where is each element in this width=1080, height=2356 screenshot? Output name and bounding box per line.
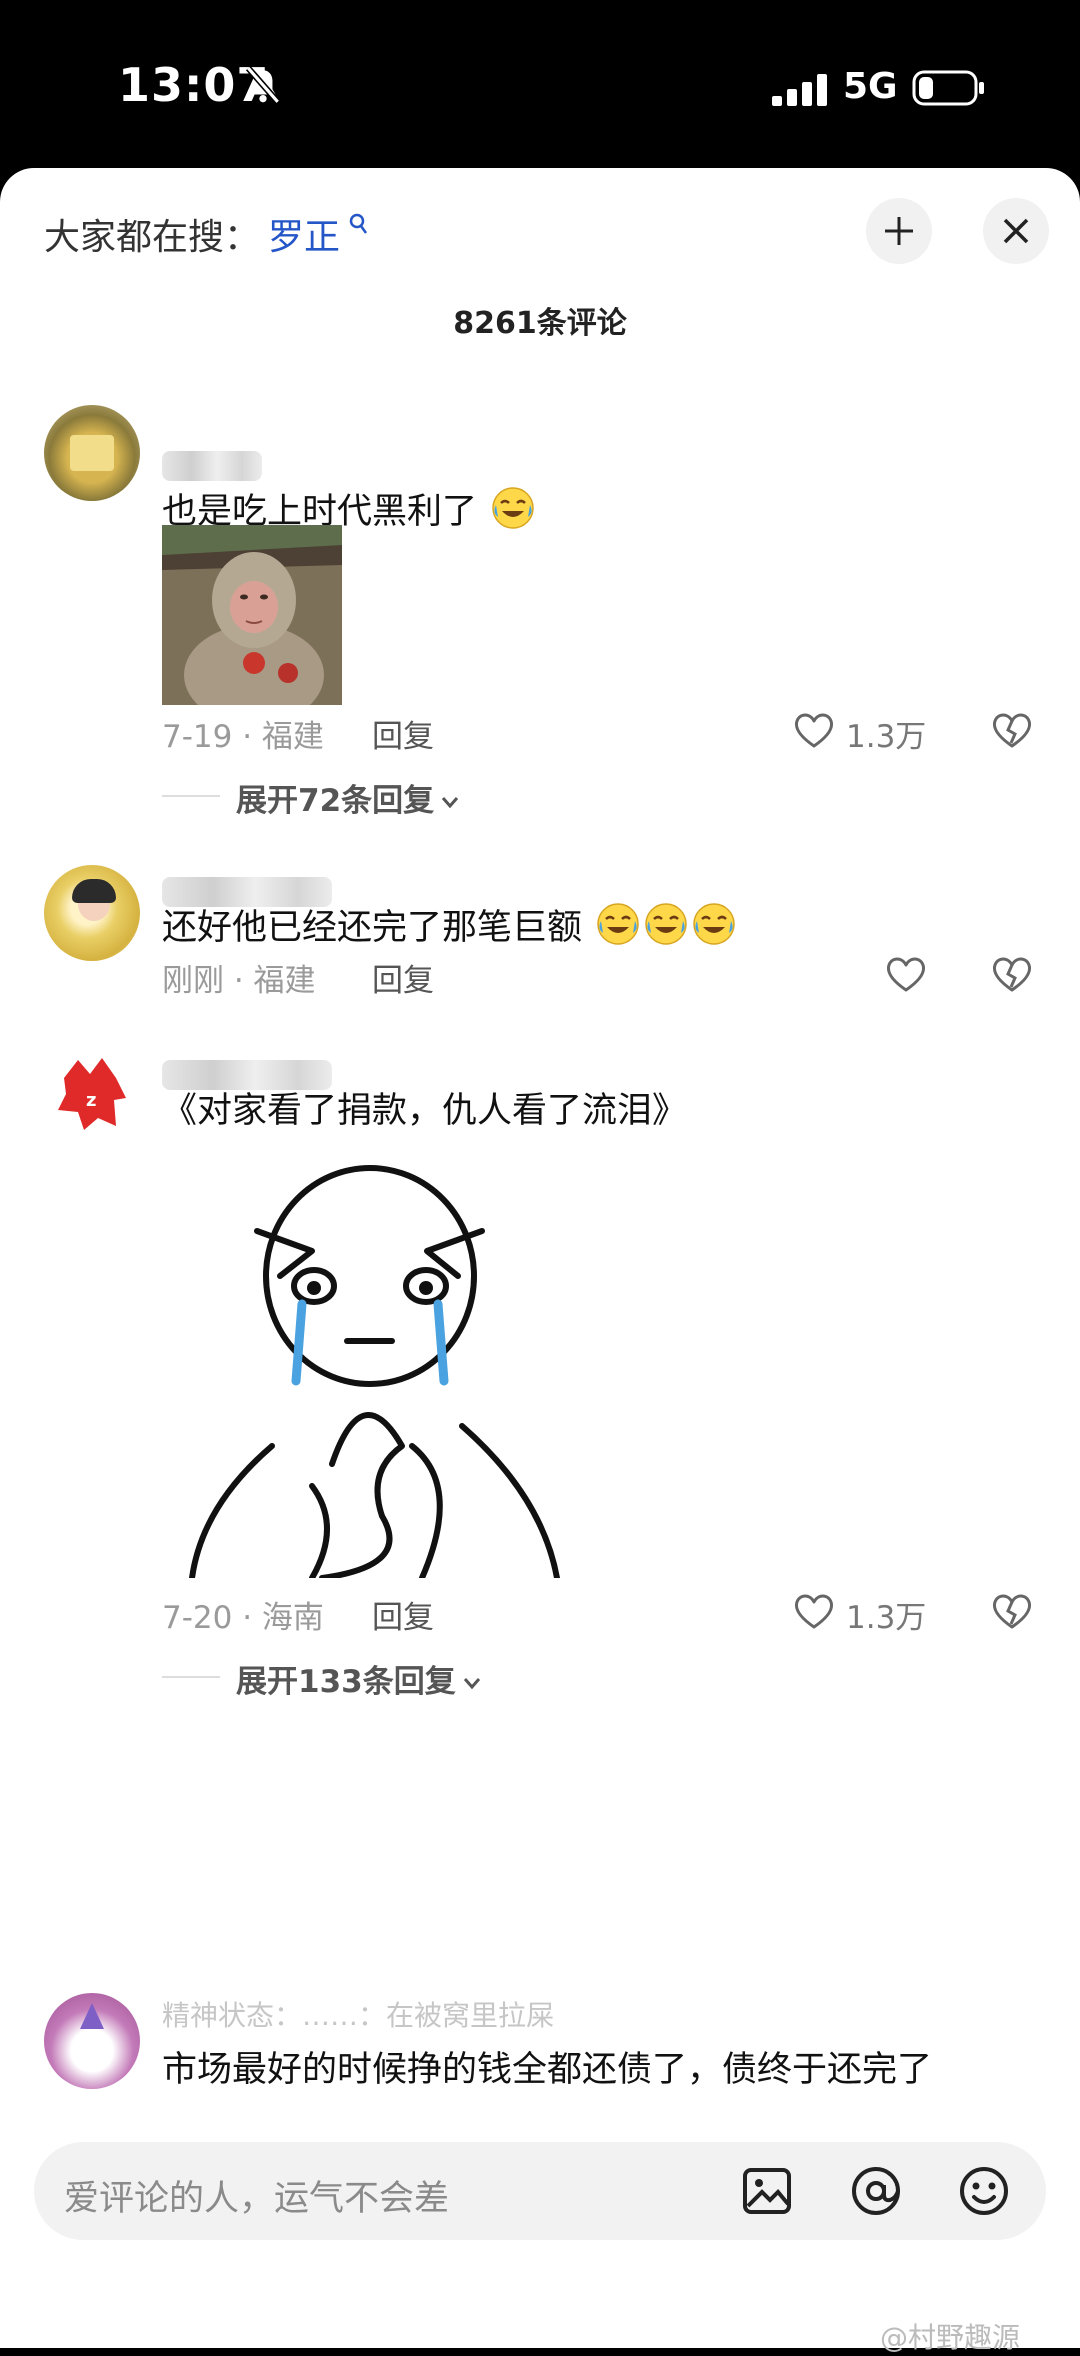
crying-laugh-emoji-icon [597, 903, 639, 945]
avatar[interactable] [44, 405, 140, 501]
crying-laugh-emoji-icon [645, 903, 687, 945]
comment-input[interactable]: 爱评论的人，运气不会差 [34, 2142, 1046, 2240]
like-count: 1.3万 [846, 1600, 927, 1636]
expand-divider [162, 795, 220, 797]
comment-input-placeholder: 爱评论的人，运气不会差 [64, 2179, 450, 2219]
expand-replies-label: 展开72条回复 [236, 783, 435, 819]
avatar[interactable]: z [44, 1048, 140, 1144]
monkey-illustration [162, 525, 342, 705]
emoji-icon[interactable] [957, 2164, 1011, 2218]
battery-icon [912, 70, 984, 106]
monkey-meme-image[interactable] [162, 525, 342, 705]
comment-text: 市场最好的时候挣的钱全都还债了，债终于还完了 [162, 2050, 933, 2090]
search-suggestion-link[interactable]: 罗正 [268, 208, 340, 260]
heart-icon[interactable] [793, 710, 835, 750]
broken-heart-icon[interactable] [991, 954, 1033, 994]
comment-item: z 《对家看了捐款，仇人看了流泪》 7-20 · 海南 回复 1.3万 展开13… [0, 1048, 1080, 2108]
comment-count: 8261条评论 [453, 306, 627, 341]
close-icon [1003, 218, 1029, 244]
signal-icon [772, 74, 827, 106]
expand-divider [162, 1676, 220, 1678]
expand-button[interactable] [866, 198, 932, 264]
expand-replies-label: 展开133条回复 [236, 1664, 456, 1700]
comment-date-location: 7-20 · 海南 [162, 1600, 324, 1636]
comment-item: 精神状态：……：在被窝里拉屎 市场最好的时候挣的钱全都还债了，债终于还完了 [0, 1993, 1080, 2133]
close-button[interactable] [983, 198, 1049, 264]
comment-date-location: 刚刚 · 福建 [162, 963, 316, 999]
expand-replies-button[interactable]: 展开72条回复 [236, 775, 460, 820]
crying-laugh-emoji-icon [492, 487, 534, 529]
reply-button[interactable]: 回复 [372, 955, 434, 1000]
search-icon[interactable] [348, 212, 368, 236]
expand-replies-button[interactable]: 展开133条回复 [236, 1656, 482, 1701]
username-blurred[interactable] [162, 451, 262, 481]
status-bar: 13:07 5G [0, 0, 1080, 170]
watermark: @村野趣源 [880, 2321, 1021, 2354]
comment-item: 也是吃上时代黑利了 7-19 · 福建 回复 1.3万 展开72条回复 [0, 403, 1080, 833]
red-mascot-icon: z [58, 1058, 126, 1130]
avatar[interactable] [44, 1993, 140, 2089]
crying-meme-image[interactable] [162, 1146, 582, 1578]
svg-text:z: z [86, 1090, 96, 1111]
crying-laugh-emoji-icon [693, 903, 735, 945]
network-label: 5G [843, 66, 898, 107]
at-icon[interactable] [849, 2164, 903, 2218]
heart-icon[interactable] [793, 1591, 835, 1631]
comments-sheet: 大家都在搜： 罗正 8261条评论 也是吃上时代黑利了 7-19 · 福建 回复… [0, 168, 1080, 2348]
sheet-header: 大家都在搜： 罗正 [0, 168, 1080, 288]
like-count: 1.3万 [846, 719, 927, 755]
broken-heart-icon[interactable] [991, 710, 1033, 750]
comment-date-location: 7-19 · 福建 [162, 719, 324, 755]
comment-text: 《对家看了捐款，仇人看了流泪》 [162, 1091, 688, 1131]
comment-item: 还好他已经还完了那笔巨额 刚刚 · 福建 回复 [0, 863, 1080, 1013]
chevron-down-icon [463, 1678, 480, 1690]
username[interactable]: 精神状态：……：在被窝里拉屎 [162, 1999, 554, 2033]
crying-face-illustration [189, 1165, 560, 1578]
comment-text: 还好他已经还完了那笔巨额 [162, 899, 737, 950]
chevron-down-icon [442, 797, 459, 809]
mute-bell-icon [245, 66, 281, 104]
image-icon[interactable] [740, 2164, 794, 2218]
heart-icon[interactable] [885, 954, 927, 994]
reply-button[interactable]: 回复 [372, 711, 434, 756]
reply-button[interactable]: 回复 [372, 1592, 434, 1637]
avatar[interactable] [44, 865, 140, 961]
search-suggestion-label: 大家都在搜： [44, 217, 261, 258]
plus-icon [885, 217, 913, 245]
comment-text-content: 还好他已经还完了那笔巨额 [162, 908, 583, 948]
broken-heart-icon[interactable] [991, 1591, 1033, 1631]
